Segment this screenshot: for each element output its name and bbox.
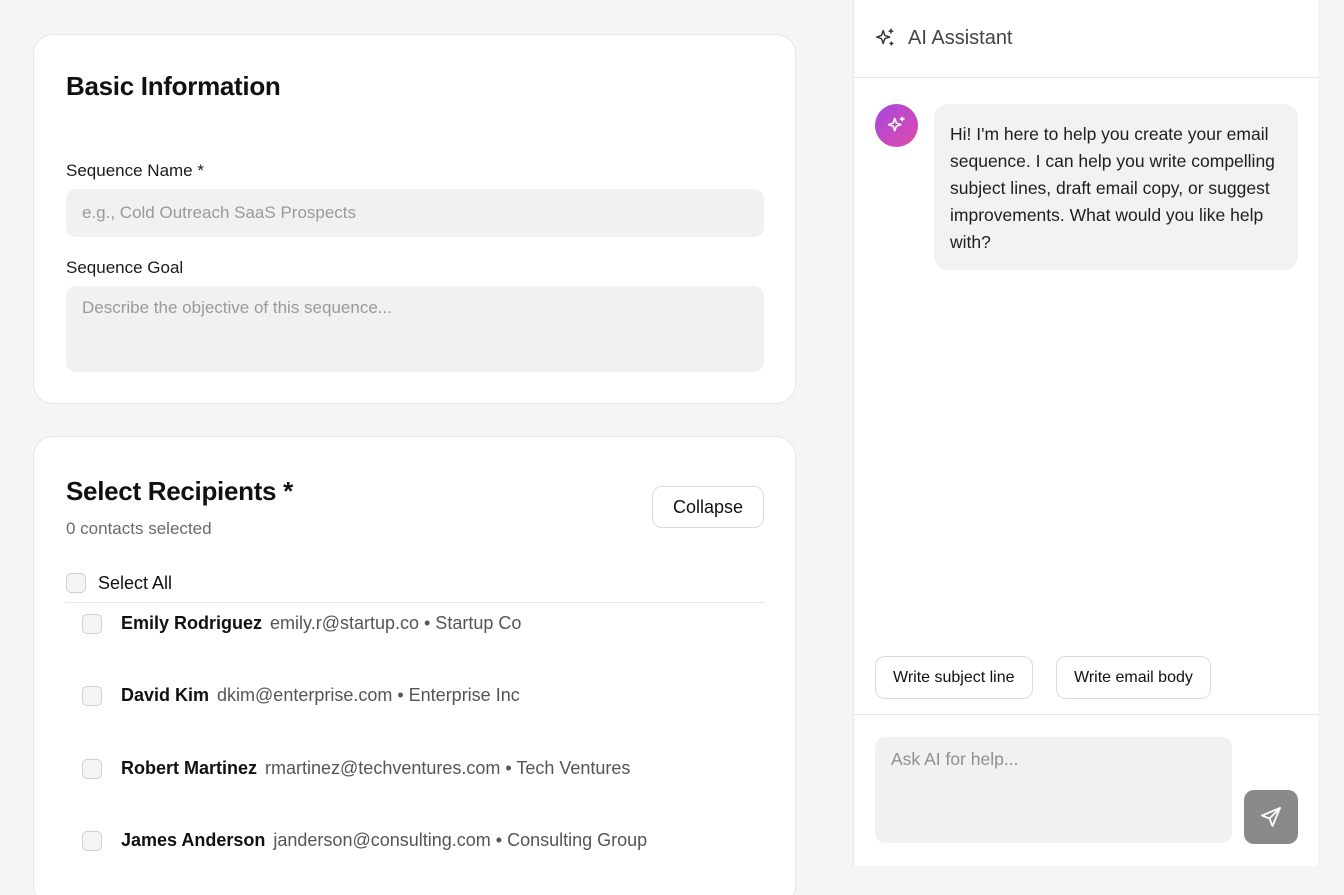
- assistant-title: AI Assistant: [908, 27, 1013, 49]
- select-all-checkbox[interactable]: [66, 573, 86, 593]
- sparkles-icon: [887, 116, 905, 132]
- contact-details: dkim@enterprise.com • Enterprise Inc: [217, 685, 520, 705]
- select-recipients-title: Select Recipients *: [66, 476, 293, 506]
- assistant-header: AI Assistant: [854, 0, 1319, 78]
- contact-row[interactable]: David Kim dkim@enterprise.com • Enterpris…: [82, 682, 772, 710]
- collapse-button[interactable]: Collapse: [652, 486, 764, 528]
- sequence-goal-label: Sequence Goal: [66, 258, 184, 277]
- ai-assistant-panel: AI Assistant Hi! I'm here to help you cr…: [853, 0, 1319, 866]
- contact-row[interactable]: Emily Rodriguez emily.r@startup.co • Star…: [82, 610, 772, 638]
- divider: [854, 714, 1319, 715]
- contact-checkbox[interactable]: [82, 686, 102, 706]
- send-button[interactable]: [1244, 790, 1298, 844]
- contact-details: rmartinez@techventures.com • Tech Ventur…: [265, 758, 631, 778]
- contact-row[interactable]: Robert Martinez rmartinez@techventures.co…: [82, 755, 772, 783]
- send-icon: [1261, 807, 1281, 827]
- assistant-message: Hi! I'm here to help you create your ema…: [934, 104, 1298, 270]
- contact-checkbox[interactable]: [82, 614, 102, 634]
- contact-details: emily.r@startup.co • Startup Co: [270, 613, 522, 633]
- ask-ai-input[interactable]: [875, 737, 1232, 843]
- sequence-editor: Basic Information Sequence Name * Sequen…: [0, 0, 1344, 895]
- contact-name: David Kim: [121, 685, 210, 705]
- sparkles-icon: [874, 27, 896, 49]
- contact-checkbox[interactable]: [82, 759, 102, 779]
- select-all-label: Select All: [98, 573, 173, 593]
- assistant-avatar: [875, 104, 918, 147]
- contact-name: Robert Martinez: [121, 758, 258, 778]
- sequence-goal-textarea[interactable]: [66, 286, 764, 372]
- write-subject-line-button[interactable]: Write subject line: [875, 656, 1033, 699]
- sequence-name-label: Sequence Name *: [66, 161, 204, 180]
- contact-row[interactable]: James Anderson janderson@consulting.com •…: [82, 827, 772, 855]
- contact-checkbox[interactable]: [82, 831, 102, 851]
- basic-information-card: Basic Information Sequence Name * Sequen…: [33, 34, 796, 404]
- contact-name: Emily Rodriguez: [121, 613, 263, 633]
- sequence-name-input[interactable]: [66, 189, 764, 237]
- divider: [66, 602, 765, 603]
- contact-details: janderson@consulting.com • Consulting Gr…: [273, 830, 648, 850]
- contact-name: James Anderson: [121, 830, 266, 850]
- selected-count: 0 contacts selected: [66, 519, 212, 538]
- basic-information-title: Basic Information: [66, 71, 281, 101]
- write-email-body-button[interactable]: Write email body: [1056, 656, 1211, 699]
- select-recipients-card: Select Recipients * 0 contacts selected …: [33, 436, 796, 895]
